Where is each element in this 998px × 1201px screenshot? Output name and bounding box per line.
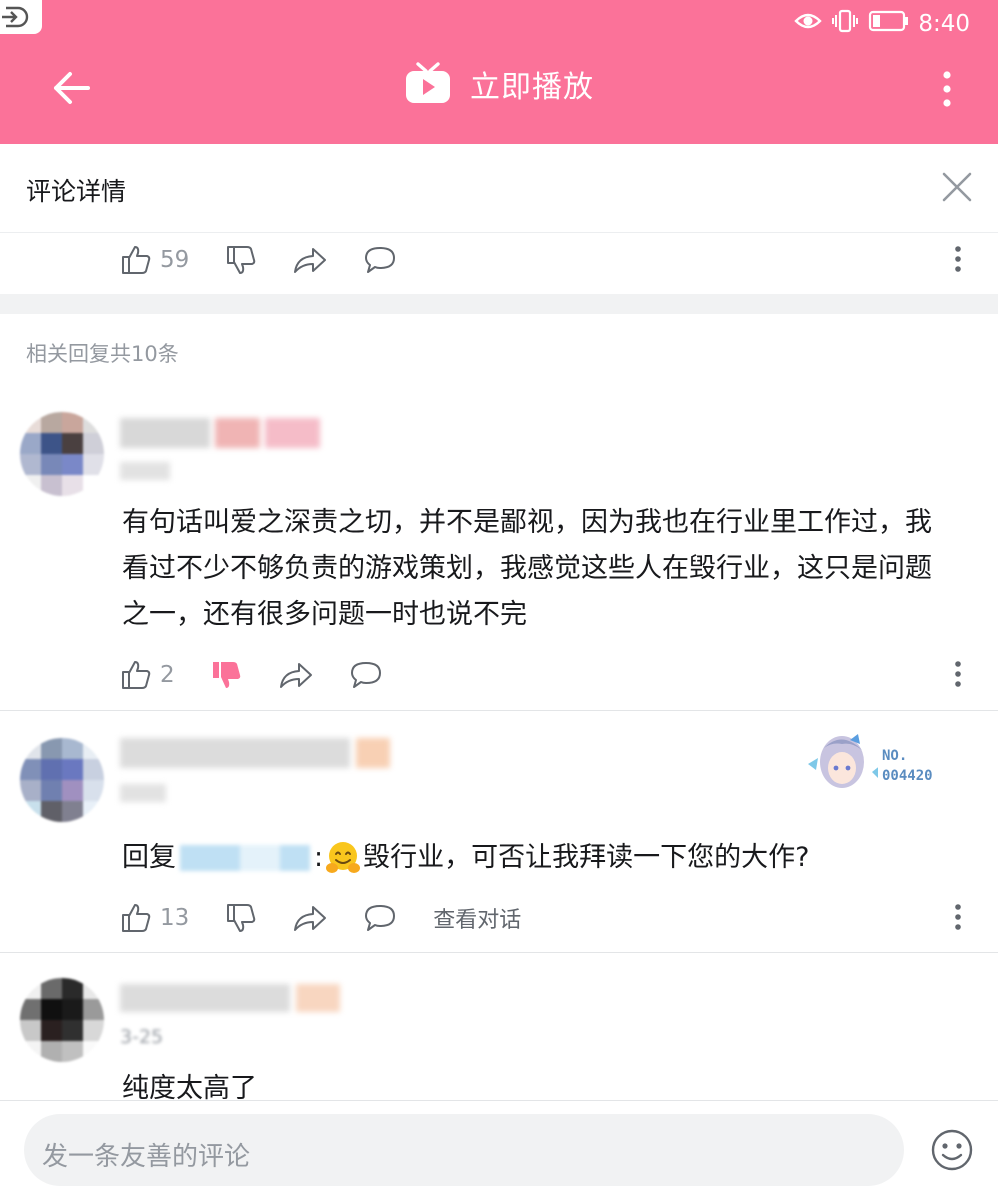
mention-redacted[interactable] [180,845,310,871]
comment-text: 纯度太高了 [122,1073,257,1100]
comment-text: 回复 : 毁行业，可否让我拜读一下您的大作? [122,835,952,881]
panel-title: 评论详情 [26,177,127,206]
reply-body: 毁行业，可否让我拜读一下您的大作? [363,842,810,873]
play-now-button[interactable]: 立即播放 [0,62,998,106]
comment-text: 有句话叫爱之深责之切，并不是鄙视，因为我也在行业里工作过，我看过不少不够负责的游… [122,507,932,630]
view-conversation-link[interactable]: 查看对话 [433,902,521,934]
thumb-up-icon [122,904,151,932]
avatar[interactable] [20,978,104,1062]
comment-more-icon[interactable] [954,903,962,931]
reply-button[interactable] [349,660,383,690]
share-button[interactable] [293,903,327,933]
like-button[interactable]: 2 [120,659,175,691]
comment-actions: 13 查看对话 [120,898,521,938]
status-time: 8:40 [918,11,970,37]
comment-date: 3-25 [120,1026,164,1048]
badge-no-label: NO. [882,748,908,764]
like-button[interactable]: 13 [120,902,189,934]
comment-input-placeholder: 发一条友善的评论 [42,1142,251,1172]
reply-button[interactable] [363,903,397,933]
section-separator [0,294,998,314]
comment-icon [365,247,396,273]
eye-icon [794,13,822,29]
anime-character-badge-icon [808,734,878,788]
dislike-button[interactable] [225,244,257,276]
comment-icon [350,662,381,688]
share-icon [294,248,327,273]
reply-colon: : [314,842,324,873]
badge-number: 004420 [882,768,933,784]
dislike-button-active[interactable] [211,659,243,691]
exit-icon [2,6,29,28]
comment-date-redacted [120,462,170,480]
emoji-icon[interactable] [930,1128,974,1172]
tv-icon [406,62,450,103]
divider [0,952,998,953]
share-icon [294,906,327,931]
like-button[interactable]: 59 [120,244,189,276]
vibrate-icon [832,9,858,33]
thumb-down-icon [227,246,256,274]
avatar[interactable] [20,412,104,496]
floating-window-tab[interactable] [0,0,42,34]
like-count: 13 [160,905,190,931]
comment-more-icon[interactable] [954,660,962,688]
fan-badge[interactable]: NO. 004420 [806,728,956,798]
username-redacted[interactable] [120,738,390,768]
comment-date-redacted [120,784,166,802]
comment-icon [365,905,396,931]
dislike-button[interactable] [225,902,257,934]
comment-actions: 2 [120,655,419,695]
status-icons [794,8,910,34]
thumb-up-icon [122,246,151,274]
reply-count: 相关回复共10条 [26,342,179,366]
share-button[interactable] [279,660,313,690]
thumb-down-icon [227,904,256,932]
divider [0,710,998,711]
hug-emoji-icon [326,842,361,873]
like-count: 2 [160,662,175,688]
share-button[interactable] [293,245,327,275]
battery-icon [868,10,908,32]
more-vertical-icon[interactable] [940,70,954,108]
username-redacted[interactable] [120,984,340,1012]
like-count: 59 [160,247,190,273]
avatar[interactable] [20,738,104,822]
panel-header [0,144,998,233]
close-icon[interactable] [940,170,974,204]
reply-button[interactable] [363,245,397,275]
comment-more-icon[interactable] [954,245,962,273]
reply-prefix: 回复 [122,842,176,873]
header-title: 立即播放 [470,70,594,105]
thumb-down-filled-icon [212,662,240,688]
root-comment-actions: 59 [120,240,433,280]
share-icon [279,663,312,688]
username-redacted[interactable] [120,418,320,448]
thumb-up-icon [122,661,151,689]
